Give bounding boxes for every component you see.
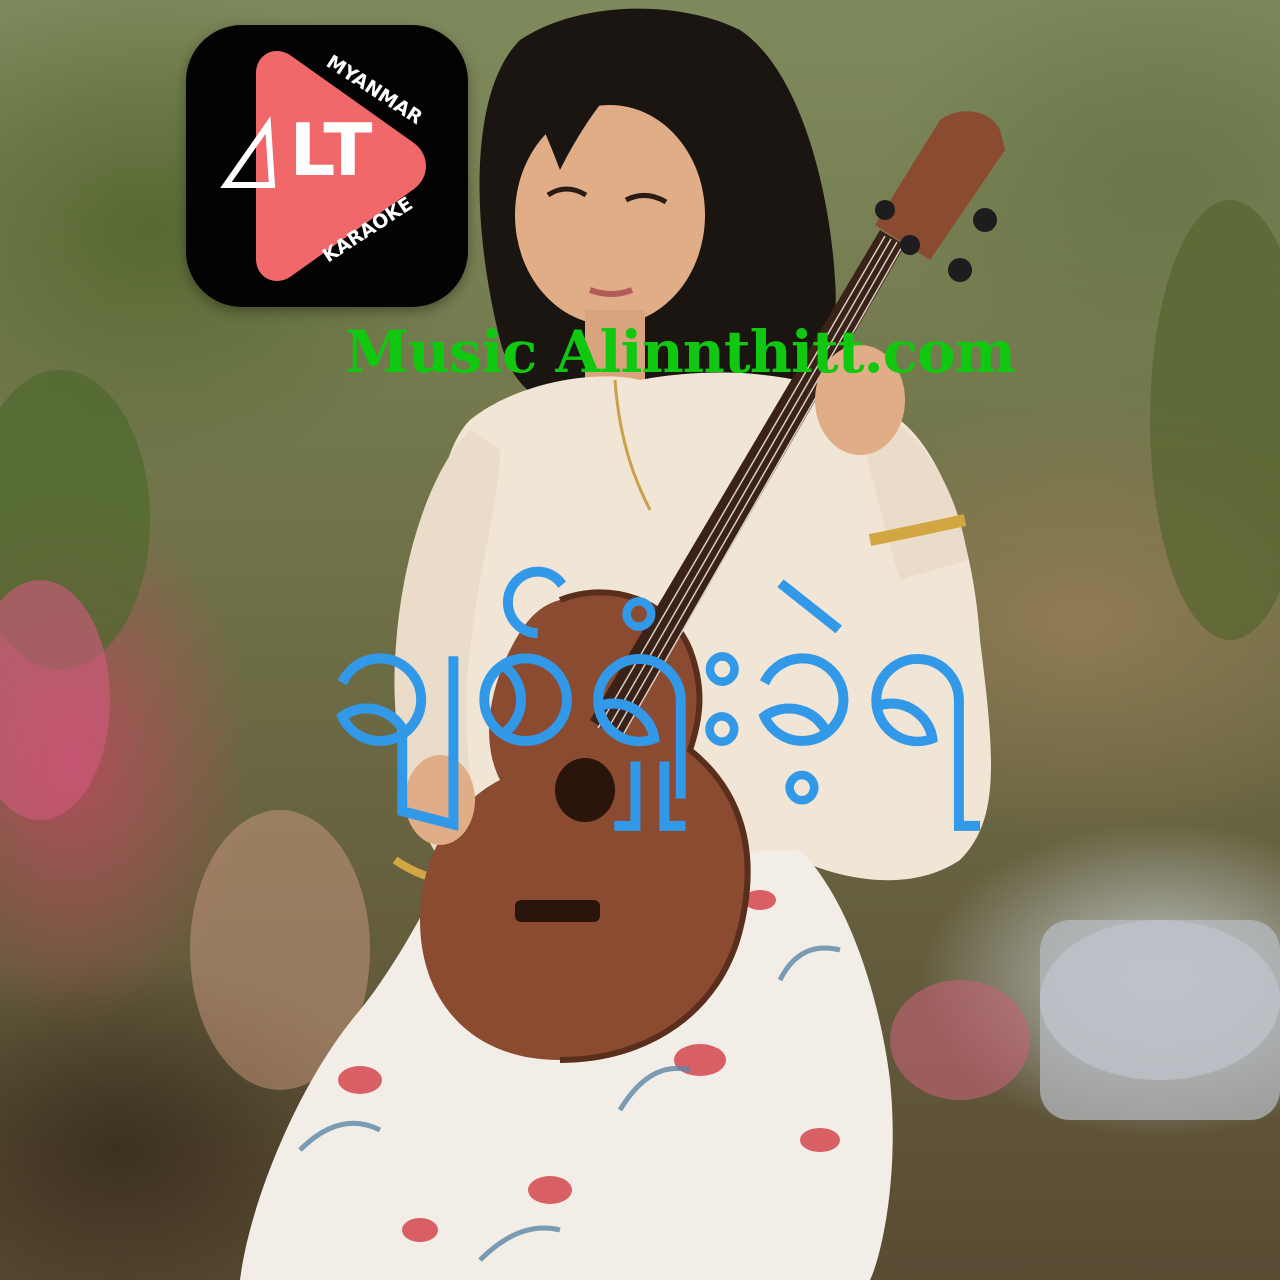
website-caption: Music Alinnthitt.com xyxy=(344,318,1016,386)
song-title: ချစ်ရှုံးခဲ့ရ xyxy=(325,558,975,791)
play-triangle-icon: LT MYANMAR KARAOKE xyxy=(220,51,427,281)
karaoke-logo: LT MYANMAR KARAOKE xyxy=(186,25,468,307)
album-cover: LT MYANMAR KARAOKE Music Alinnthitt.com … xyxy=(0,0,1280,1280)
logo-wordmark: LT xyxy=(289,108,372,192)
